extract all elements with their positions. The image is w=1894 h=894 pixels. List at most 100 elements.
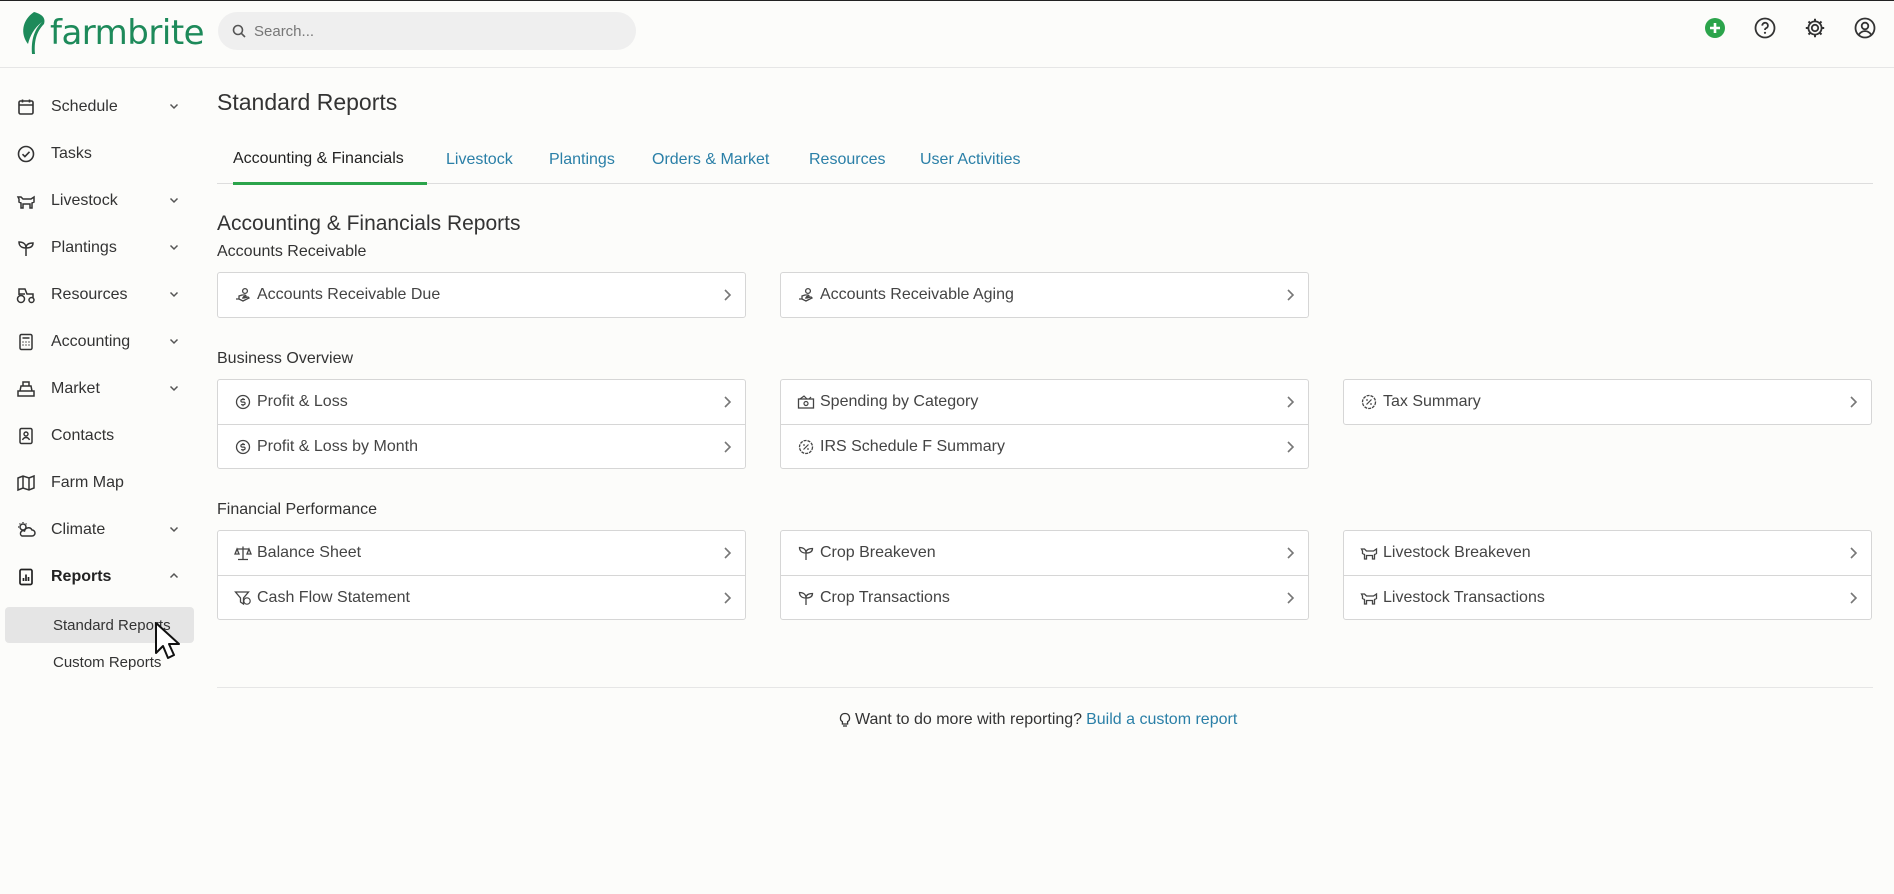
content-divider [217, 687, 1873, 688]
chevron-down-icon [169, 197, 179, 204]
sidebar-item-climate[interactable]: Climate [0, 510, 194, 550]
sidebar-item-label: Schedule [51, 98, 118, 115]
report-link-label: Balance Sheet [257, 544, 362, 561]
sidebar-item-market[interactable]: Market [0, 369, 194, 409]
report-link-irs-schedule-f-summary[interactable]: IRS Schedule F Summary [781, 424, 1308, 468]
cash-register-icon [16, 379, 36, 399]
cow-icon [16, 191, 36, 211]
sidebar-item-contacts[interactable]: Contacts [0, 416, 194, 456]
gear-icon[interactable] [1804, 17, 1826, 39]
report-link-label: Crop Breakeven [820, 544, 936, 561]
user-account-icon[interactable] [1854, 17, 1876, 39]
footer-note: Want to do more with reporting? Build a … [838, 711, 1237, 729]
sidebar-item-label: Tasks [51, 145, 92, 162]
sidebar-item-livestock[interactable]: Livestock [0, 181, 194, 221]
report-link-label: Crop Transactions [820, 588, 950, 606]
sidebar-item-label: Livestock [51, 192, 118, 209]
sidebar-item-tasks[interactable]: Tasks [0, 134, 194, 174]
sidebar-item-label: Contacts [51, 427, 115, 444]
report-link-label: Spending by Category [820, 393, 979, 410]
report-card: Accounts Receivable Due [217, 272, 746, 318]
search-icon [232, 24, 246, 38]
lightbulb-icon [839, 712, 851, 727]
search-bar[interactable] [218, 12, 636, 50]
chevron-up-icon [169, 572, 179, 579]
group-label-business-overview: Business Overview [217, 350, 354, 367]
top-bar: farmbrite [0, 1, 1894, 68]
cow-icon [1360, 589, 1378, 607]
sidebar-item-label: Climate [51, 521, 106, 538]
report-link-accounts-receivable-due[interactable]: Accounts Receivable Due [218, 273, 745, 317]
footer-text: Want to do more with reporting? [855, 711, 1083, 728]
sidebar-item-label: Resources [51, 286, 128, 303]
seedling-icon [797, 544, 815, 562]
logo-text: farmbrite [50, 13, 205, 53]
report-link-livestock-transactions[interactable]: Livestock Transactions [1344, 575, 1871, 619]
report-link-label: Accounts Receivable Due [257, 286, 441, 303]
tab-orders-market[interactable]: Orders & Market [652, 146, 769, 184]
sidebar-item-reports[interactable]: Reports [0, 557, 194, 597]
report-link-label: Profit & Loss [257, 393, 348, 410]
report-link-profit-loss-by-month[interactable]: Profit & Loss by Month [218, 424, 745, 468]
funnel-dollar-icon [234, 589, 252, 607]
sidebar-item-plantings[interactable]: Plantings [0, 228, 194, 268]
chevron-right-icon [1287, 547, 1295, 559]
report-card: Balance Sheet Cash Flow Statement [217, 530, 746, 620]
scale-balance-icon [234, 544, 252, 562]
chevron-right-icon [1287, 289, 1295, 301]
sidebar-item-resources[interactable]: Resources [0, 275, 194, 315]
tab-plantings[interactable]: Plantings [549, 146, 615, 184]
report-card: Tax Summary [1343, 379, 1872, 425]
dollar-circle-icon [234, 393, 252, 411]
build-custom-report-link[interactable]: Build a custom report [1086, 711, 1237, 729]
report-link-label: Tax Summary [1383, 393, 1481, 410]
chevron-right-icon [724, 441, 732, 453]
hand-holding-money-icon [234, 286, 252, 304]
dollar-circle-icon [234, 438, 252, 456]
report-link-cash-flow-statement[interactable]: Cash Flow Statement [218, 575, 745, 619]
chevron-right-icon [1287, 592, 1295, 604]
add-icon[interactable] [1704, 17, 1726, 39]
report-link-label: Accounts Receivable Aging [820, 286, 1014, 303]
report-link-accounts-receivable-aging[interactable]: Accounts Receivable Aging [781, 273, 1308, 317]
report-link-balance-sheet[interactable]: Balance Sheet [218, 531, 745, 575]
tab-livestock[interactable]: Livestock [446, 146, 513, 184]
tab-resources[interactable]: Resources [809, 146, 885, 184]
sidebar-item-schedule[interactable]: Schedule [0, 87, 194, 127]
group-label-accounts-receivable: Accounts Receivable [217, 243, 367, 260]
sidebar-item-label: Plantings [51, 239, 117, 256]
chevron-right-icon [1850, 396, 1858, 408]
report-link-crop-transactions[interactable]: Crop Transactions [781, 575, 1308, 619]
report-link-label: Profit & Loss by Month [257, 437, 418, 455]
report-card: Accounts Receivable Aging [780, 272, 1309, 318]
seedling-icon [797, 589, 815, 607]
sidebar-item-farm-map[interactable]: Farm Map [0, 463, 194, 503]
sidebar-item-label: Reports [51, 568, 112, 585]
percent-badge-icon [797, 438, 815, 456]
seedling-icon [16, 238, 36, 258]
help-icon[interactable] [1754, 17, 1776, 39]
report-link-crop-breakeven[interactable]: Crop Breakeven [781, 531, 1308, 575]
address-book-icon [16, 426, 36, 446]
report-link-tax-summary[interactable]: Tax Summary [1344, 380, 1871, 424]
chevron-right-icon [1850, 592, 1858, 604]
page-title: Standard Reports [217, 89, 398, 115]
report-link-profit-loss[interactable]: Profit & Loss [218, 380, 745, 424]
sidebar-item-label: Market [51, 380, 100, 397]
chevron-down-icon [169, 338, 179, 345]
report-link-livestock-breakeven[interactable]: Livestock Breakeven [1344, 531, 1871, 575]
sidebar-item-accounting[interactable]: Accounting [0, 322, 194, 362]
search-input[interactable] [254, 22, 614, 40]
section-title: Accounting & Financials Reports [217, 212, 521, 235]
group-label-financial-performance: Financial Performance [217, 501, 378, 518]
leaf-logo-icon [23, 12, 45, 54]
report-link-spending-by-category[interactable]: Spending by Category [781, 380, 1308, 424]
sidebar-item-label: Accounting [51, 333, 131, 350]
chevron-right-icon [724, 289, 732, 301]
tab-user-activities[interactable]: User Activities [920, 146, 1020, 184]
tab-accounting-financials[interactable]: Accounting & Financials [233, 146, 427, 185]
sidebar-subitem-label: Custom Reports [53, 653, 162, 671]
chevron-down-icon [169, 291, 179, 298]
tractor-icon [16, 285, 36, 305]
farmbrite-logo[interactable]: farmbrite [20, 9, 205, 57]
